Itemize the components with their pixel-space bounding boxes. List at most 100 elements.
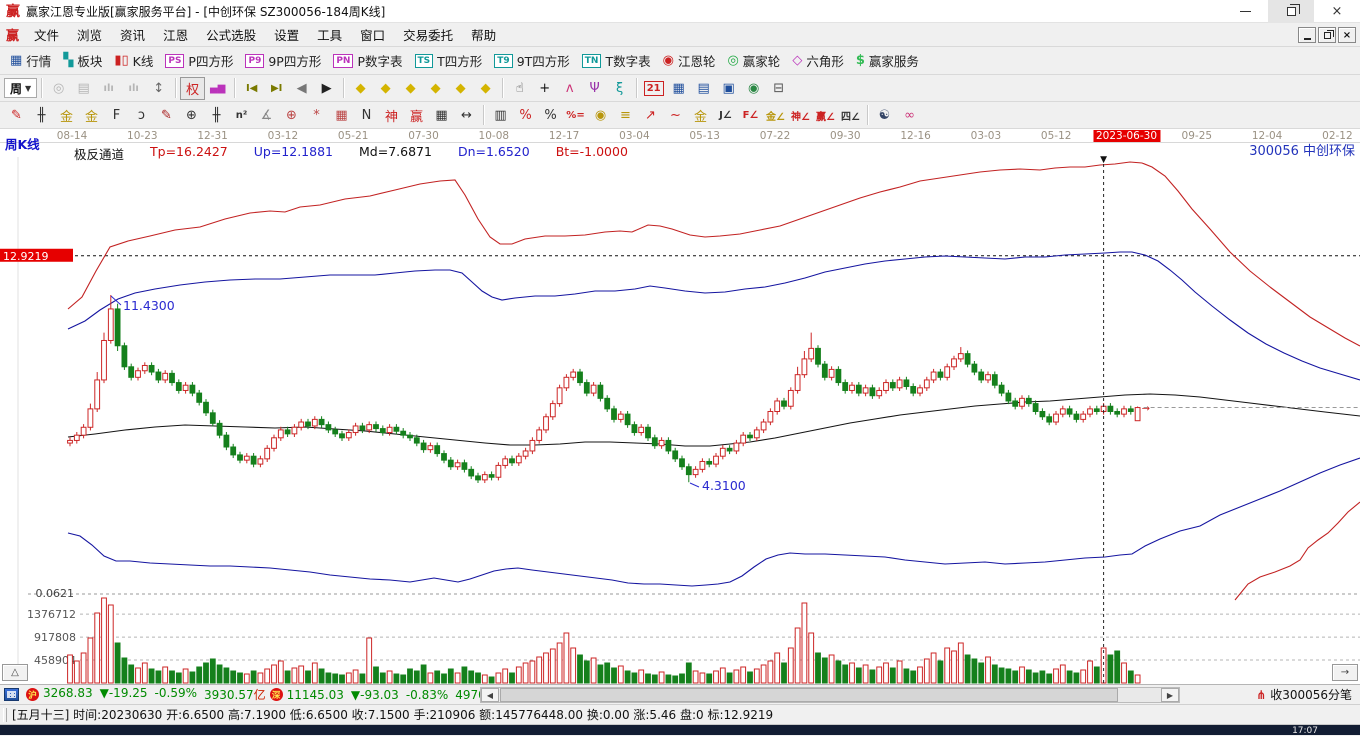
candle[interactable]	[141, 364, 148, 372]
candle[interactable]	[991, 374, 998, 386]
volume-bar[interactable]	[631, 672, 638, 684]
candle[interactable]	[549, 403, 556, 418]
infinity-button[interactable]: ∞	[897, 104, 922, 127]
candle[interactable]	[291, 426, 298, 435]
volume-bar[interactable]	[903, 668, 910, 684]
volume-bar[interactable]	[849, 662, 855, 684]
candle[interactable]	[821, 363, 828, 378]
candle[interactable]	[243, 455, 250, 461]
candle[interactable]	[413, 437, 420, 444]
report-button[interactable]: ▤	[691, 77, 716, 100]
histogram-tool-button[interactable]: ▥	[488, 104, 513, 127]
volume-bar[interactable]	[80, 652, 87, 684]
menu-item-文件[interactable]: 文件	[25, 22, 68, 47]
restore-button[interactable]	[1268, 0, 1314, 23]
candle[interactable]	[910, 386, 917, 394]
candle[interactable]	[713, 455, 719, 465]
volume-bar[interactable]	[1100, 647, 1107, 684]
menu-item-窗口[interactable]: 窗口	[351, 22, 394, 47]
large-period-button[interactable]: ılı	[121, 77, 146, 100]
candle[interactable]	[427, 445, 434, 451]
time-circle-button[interactable]: ⊕	[179, 104, 204, 127]
volume-bar[interactable]	[373, 666, 379, 684]
volume-bar[interactable]	[808, 632, 815, 684]
volume-bar[interactable]	[556, 642, 563, 684]
volume-bar[interactable]	[189, 671, 196, 684]
volume-bar[interactable]	[801, 602, 808, 684]
volume-bar[interactable]	[318, 668, 325, 684]
volume-bar[interactable]	[794, 627, 801, 684]
volume-bar[interactable]	[1107, 654, 1114, 684]
volume-bar[interactable]	[781, 662, 787, 684]
volume-bar[interactable]	[175, 672, 182, 684]
volume-bar[interactable]	[339, 674, 345, 684]
volume-bar[interactable]	[216, 664, 223, 684]
candle[interactable]	[495, 464, 502, 478]
volume-bar[interactable]	[570, 647, 577, 684]
volume-bar[interactable]	[495, 672, 502, 684]
candle[interactable]	[155, 371, 162, 381]
close-button[interactable]: ×	[1314, 0, 1360, 23]
candle[interactable]	[1093, 408, 1100, 412]
candle[interactable]	[1053, 413, 1059, 423]
volume-bar[interactable]	[502, 668, 509, 684]
candle[interactable]	[515, 455, 522, 464]
candle[interactable]	[828, 368, 835, 378]
volume-bar[interactable]	[583, 660, 590, 684]
minute-chart-button[interactable]: ◎	[46, 77, 71, 100]
candle[interactable]	[883, 382, 889, 391]
volume-bar[interactable]	[944, 647, 951, 684]
span-tool-button[interactable]: ↔	[454, 104, 479, 127]
volume-bar[interactable]	[685, 662, 692, 684]
volume-bar[interactable]	[223, 667, 230, 684]
volume-bar[interactable]	[651, 674, 658, 684]
winner-service-button[interactable]: $ 赢家服务	[850, 49, 925, 73]
volume-bar[interactable]	[713, 670, 719, 684]
volume-bar[interactable]	[923, 658, 930, 684]
candle[interactable]	[162, 372, 169, 381]
candle[interactable]	[87, 408, 94, 428]
quotes-button[interactable]: ▦ 行情	[4, 49, 57, 73]
sectors-button[interactable]: ▚ 板块	[57, 49, 108, 73]
wave-tool-button[interactable]: ξ	[607, 77, 632, 100]
volume-bar[interactable]	[869, 669, 876, 684]
volume-bar[interactable]	[753, 668, 760, 684]
n-wave-button[interactable]: N	[354, 104, 379, 127]
volume-bar[interactable]	[257, 672, 264, 684]
volume-bar[interactable]	[930, 652, 937, 684]
candle[interactable]	[209, 412, 216, 424]
percent-eq-button[interactable]: %=	[563, 104, 588, 127]
candle[interactable]	[230, 446, 237, 456]
color-kline-button[interactable]: ▄▆	[205, 77, 230, 100]
volume-bar[interactable]	[985, 656, 991, 684]
candle[interactable]	[583, 382, 590, 394]
candle[interactable]	[67, 439, 73, 444]
volume-bar[interactable]	[821, 657, 828, 684]
volume-bar[interactable]	[991, 664, 998, 684]
volume-bar[interactable]	[447, 668, 454, 684]
candle[interactable]	[1127, 408, 1134, 412]
mdi-close-button[interactable]: ×	[1338, 27, 1356, 43]
candle[interactable]	[985, 374, 991, 381]
scrollbar-thumb[interactable]	[500, 688, 1118, 702]
scale-toggle-button[interactable]: ↕	[146, 77, 171, 100]
candle[interactable]	[434, 445, 441, 455]
volume-bar[interactable]	[679, 673, 685, 684]
volume-bar[interactable]	[271, 664, 277, 684]
volume-bar[interactable]	[121, 657, 128, 684]
candle[interactable]	[373, 424, 379, 430]
volume-bar[interactable]	[889, 667, 896, 684]
volume-bar[interactable]	[549, 648, 556, 684]
candle[interactable]	[182, 384, 189, 391]
candle[interactable]	[1107, 405, 1114, 412]
volume-bar[interactable]	[597, 664, 604, 684]
small-period-button[interactable]: ılı	[96, 77, 121, 100]
candle[interactable]	[325, 424, 332, 431]
volume-bar[interactable]	[617, 665, 624, 684]
candle[interactable]	[604, 397, 611, 410]
t-square-button[interactable]: TS T四方形	[409, 49, 489, 73]
candle[interactable]	[753, 429, 760, 439]
candle[interactable]	[645, 426, 651, 439]
gann-star-button[interactable]: *	[304, 104, 329, 127]
volume-bar[interactable]	[67, 654, 73, 684]
